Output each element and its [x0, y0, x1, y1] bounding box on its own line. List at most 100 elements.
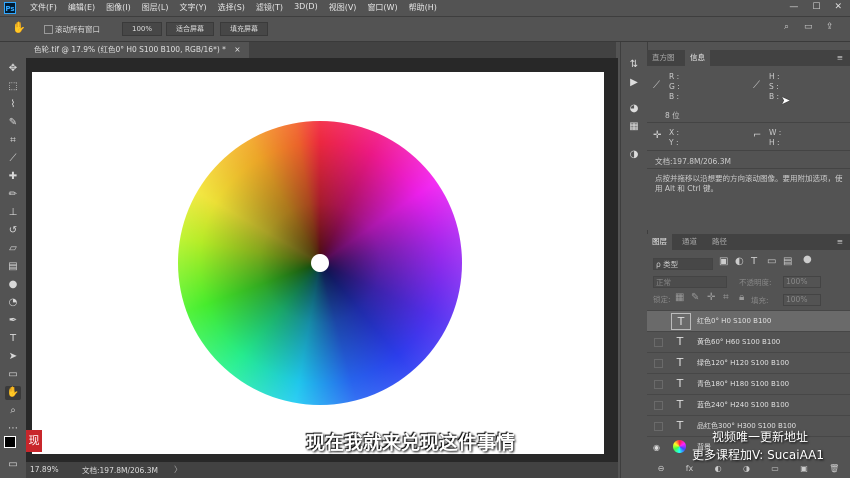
crop-tool-icon[interactable]: ⌗ — [5, 134, 21, 148]
history-brush-tool-icon[interactable]: ↺ — [5, 224, 21, 238]
menu-edit[interactable]: 编辑(E) — [68, 2, 95, 13]
menu-filter[interactable]: 滤镜(T) — [256, 2, 283, 13]
filter-toggle-icon[interactable]: ● — [803, 254, 812, 265]
filter-pixel-icon[interactable]: ▣ — [719, 256, 728, 267]
more-tools-icon[interactable]: ⋯ — [5, 422, 21, 436]
visibility-toggle[interactable] — [654, 317, 663, 326]
menu-3d[interactable]: 3D(D) — [294, 2, 318, 13]
document-tab[interactable]: 色轮.tif @ 17.9% (红色0° H0 S100 B100, RGB/1… — [26, 42, 249, 58]
eyedropper-tool-icon[interactable]: ⟋ — [5, 152, 21, 166]
blur-tool-icon[interactable]: ● — [5, 278, 21, 292]
hand-tool-icon[interactable]: ✋ — [5, 386, 21, 400]
visibility-toggle[interactable] — [654, 401, 663, 410]
rgb-eyedropper-icon: ⟋ — [653, 80, 660, 91]
lock-artboard-icon[interactable]: ⌗ — [723, 292, 729, 303]
new-group-icon[interactable]: ▭ — [771, 464, 779, 478]
layer-row[interactable]: T 绿色120° H120 S100 B100 — [647, 352, 850, 373]
marquee-tool-icon[interactable]: ⬚ — [5, 80, 21, 94]
minimize-button[interactable]: — — [789, 2, 798, 12]
info-doc: 文档:197.8M/206.3M — [655, 157, 731, 166]
move-tool-icon[interactable]: ✥ — [5, 62, 21, 76]
lock-pixels-icon[interactable]: ✎ — [691, 292, 699, 303]
info-b2: B : — [769, 92, 780, 101]
text-layer-thumb-icon: T — [676, 377, 684, 390]
layers-menu-icon[interactable]: ≡ — [832, 234, 848, 250]
panel-menu-icon[interactable]: ≡ — [832, 50, 848, 66]
lock-all-icon[interactable]: 🔒︎ — [739, 292, 744, 303]
layer-filter-select[interactable]: ρ 类型 — [653, 258, 713, 270]
eraser-tool-icon[interactable]: ▱ — [5, 242, 21, 256]
info-x: X : — [669, 128, 680, 137]
stamp-tool-icon[interactable]: ⊥ — [5, 206, 21, 220]
status-zoom[interactable]: 17.89% — [30, 465, 59, 474]
menu-type[interactable]: 文字(Y) — [179, 2, 206, 13]
tab-paths[interactable]: 路径 — [707, 234, 732, 250]
menu-file[interactable]: 文件(F) — [30, 2, 57, 13]
dodge-tool-icon[interactable]: ◔ — [5, 296, 21, 310]
menu-view[interactable]: 视图(V) — [329, 2, 357, 13]
menu-window[interactable]: 窗口(W) — [367, 2, 397, 13]
tab-histogram[interactable]: 直方图 — [647, 50, 680, 66]
filter-smart-icon[interactable]: ▤ — [783, 256, 792, 267]
lock-position-icon[interactable]: ✛ — [707, 292, 715, 303]
share-icon[interactable]: ⇪ — [826, 22, 834, 32]
menu-select[interactable]: 选择(S) — [218, 2, 245, 13]
scroll-all-checkbox[interactable] — [44, 25, 53, 34]
visibility-toggle[interactable] — [654, 359, 663, 368]
blend-mode-select[interactable]: 正常 — [653, 276, 727, 288]
zoom-100-button[interactable]: 100% — [122, 22, 162, 36]
pen-tool-icon[interactable]: ✒ — [5, 314, 21, 328]
layer-row[interactable]: T 青色180° H180 S100 B100 — [647, 373, 850, 394]
visibility-toggle[interactable] — [654, 338, 663, 347]
adjustments-icon[interactable]: ◕ — [627, 102, 641, 116]
filter-adjust-icon[interactable]: ◐ — [735, 256, 744, 267]
shape-tool-icon[interactable]: ▭ — [5, 368, 21, 382]
hand-tool-preset-icon[interactable]: ✋ — [12, 21, 26, 34]
visibility-toggle[interactable] — [654, 422, 663, 431]
fill-screen-button[interactable]: 填充屏幕 — [220, 22, 268, 36]
fit-screen-button[interactable]: 适合屏幕 — [166, 22, 214, 36]
adjustment-layer-icon[interactable]: ◑ — [743, 464, 750, 478]
document-tab-close[interactable]: × — [234, 45, 240, 54]
fill-input[interactable]: 100% — [783, 294, 821, 306]
tab-channels[interactable]: 通道 — [677, 234, 702, 250]
filter-shape-icon[interactable]: ▭ — [767, 256, 776, 267]
lasso-tool-icon[interactable]: ⌇ — [5, 98, 21, 112]
quick-select-tool-icon[interactable]: ✎ — [5, 116, 21, 130]
lock-transparent-icon[interactable]: ▦ — [675, 292, 684, 303]
menu-help[interactable]: 帮助(H) — [409, 2, 437, 13]
opacity-input[interactable]: 100% — [783, 276, 821, 288]
foreground-color-swatch[interactable] — [4, 436, 16, 448]
screen-mode-icon[interactable]: ▭ — [5, 458, 21, 472]
brush-tool-icon[interactable]: ✏ — [5, 188, 21, 202]
link-layers-icon[interactable]: ⊖ — [658, 464, 665, 478]
menu-image[interactable]: 图像(I) — [106, 2, 131, 13]
healing-tool-icon[interactable]: ✚ — [5, 170, 21, 184]
tab-info[interactable]: 信息 — [685, 50, 710, 66]
history-icon[interactable]: ⇅ — [627, 58, 641, 72]
workspace-icon[interactable]: ▭ — [804, 22, 813, 32]
visibility-toggle[interactable] — [654, 380, 663, 389]
delete-layer-icon[interactable]: 🗑 — [829, 464, 839, 478]
search-icon[interactable]: ⌕ — [784, 22, 789, 32]
new-layer-icon[interactable]: ▣ — [800, 464, 808, 478]
swatches-grid-icon[interactable]: ▦ — [627, 120, 641, 134]
zoom-tool-icon[interactable]: ⌕ — [5, 404, 21, 418]
status-menu-arrow[interactable]: 〉 — [174, 464, 182, 475]
gradient-tool-icon[interactable]: ▤ — [5, 260, 21, 274]
maximize-button[interactable]: ☐ — [812, 2, 820, 12]
close-button[interactable]: ✕ — [834, 2, 842, 12]
layer-row[interactable]: T 黄色60° H60 S100 B100 — [647, 331, 850, 352]
fx-icon[interactable]: fx — [686, 464, 694, 478]
properties-icon[interactable]: ◑ — [627, 148, 641, 162]
eye-icon[interactable]: ◉ — [653, 443, 662, 452]
mask-icon[interactable]: ◐ — [715, 464, 722, 478]
filter-type-icon[interactable]: T — [751, 256, 757, 267]
path-select-tool-icon[interactable]: ➤ — [5, 350, 21, 364]
layer-row[interactable]: T 红色0° H0 S100 B100 — [647, 310, 850, 331]
type-tool-icon[interactable]: T — [5, 332, 21, 346]
menu-layer[interactable]: 图层(L) — [142, 2, 169, 13]
actions-play-icon[interactable]: ▶ — [627, 76, 641, 90]
layer-row[interactable]: T 蓝色240° H240 S100 B100 — [647, 394, 850, 415]
tab-layers[interactable]: 图层 — [647, 234, 672, 250]
